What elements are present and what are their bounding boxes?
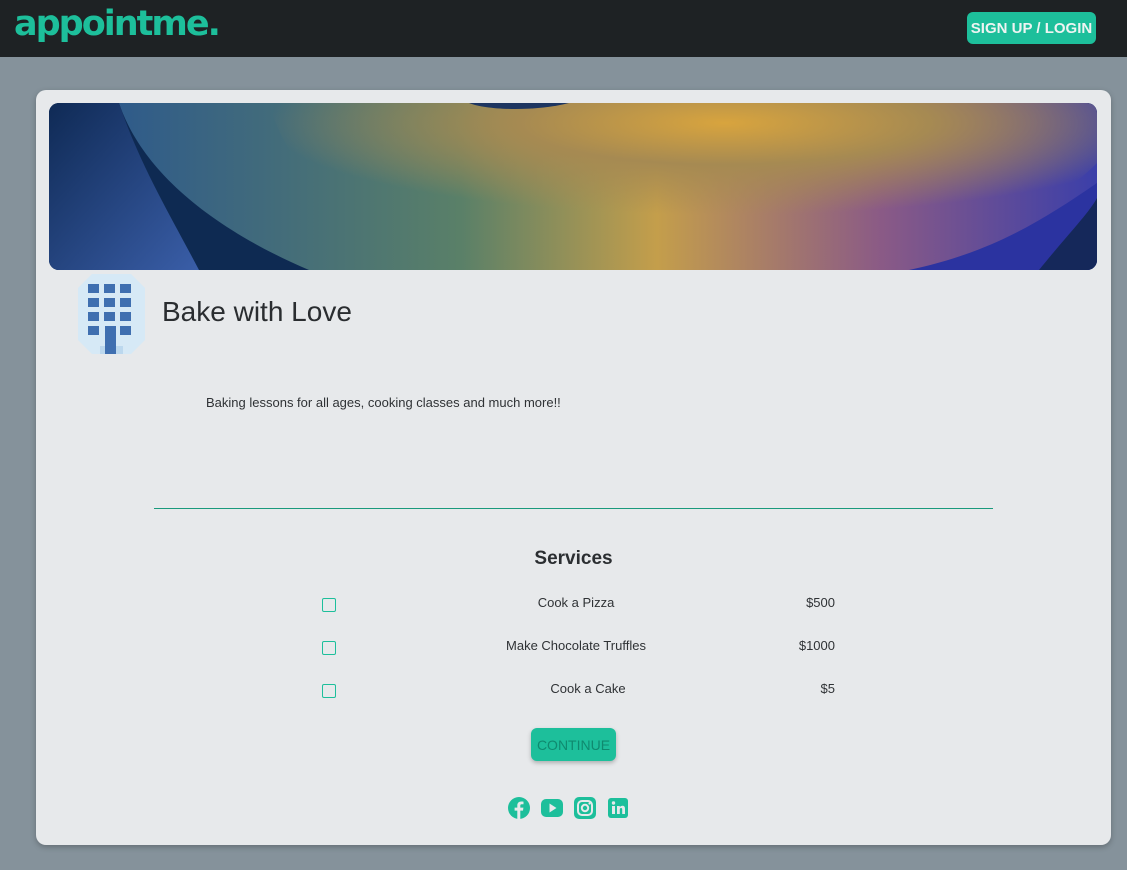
service-checkbox[interactable]: [322, 641, 336, 655]
continue-button[interactable]: CONTINUE: [531, 728, 616, 761]
service-price: $500: [806, 595, 835, 610]
service-price: $1000: [798, 638, 835, 653]
business-profile-card: Bake with Love Baking lessons for all ag…: [36, 90, 1111, 845]
youtube-icon[interactable]: [541, 797, 563, 819]
service-checkbox[interactable]: [322, 684, 336, 698]
service-row: Make Chocolate Truffles $1000: [36, 638, 1111, 658]
linkedin-icon[interactable]: [607, 797, 629, 819]
services-heading: Services: [534, 548, 613, 569]
service-name: Make Chocolate Truffles: [506, 638, 646, 653]
service-row: Cook a Pizza $500: [36, 595, 1111, 615]
business-name: Bake with Love: [162, 296, 352, 327]
service-name: Cook a Pizza: [537, 595, 615, 610]
section-divider: [154, 508, 993, 509]
business-avatar: [78, 274, 145, 354]
service-checkbox[interactable]: [322, 598, 336, 612]
service-name: Cook a Cake: [550, 681, 626, 696]
service-row: Cook a Cake $5: [36, 681, 1111, 701]
top-navigation-bar: appointme. SIGN UP / LOGIN: [0, 0, 1127, 57]
instagram-icon[interactable]: [574, 797, 596, 819]
facebook-icon[interactable]: [508, 797, 530, 819]
app-logo[interactable]: appointme.: [14, 4, 221, 44]
signup-login-button[interactable]: SIGN UP / LOGIN: [967, 12, 1096, 44]
service-price: $5: [820, 681, 835, 696]
business-description: Baking lessons for all ages, cooking cla…: [206, 395, 561, 410]
cover-banner-image: [49, 103, 1097, 270]
